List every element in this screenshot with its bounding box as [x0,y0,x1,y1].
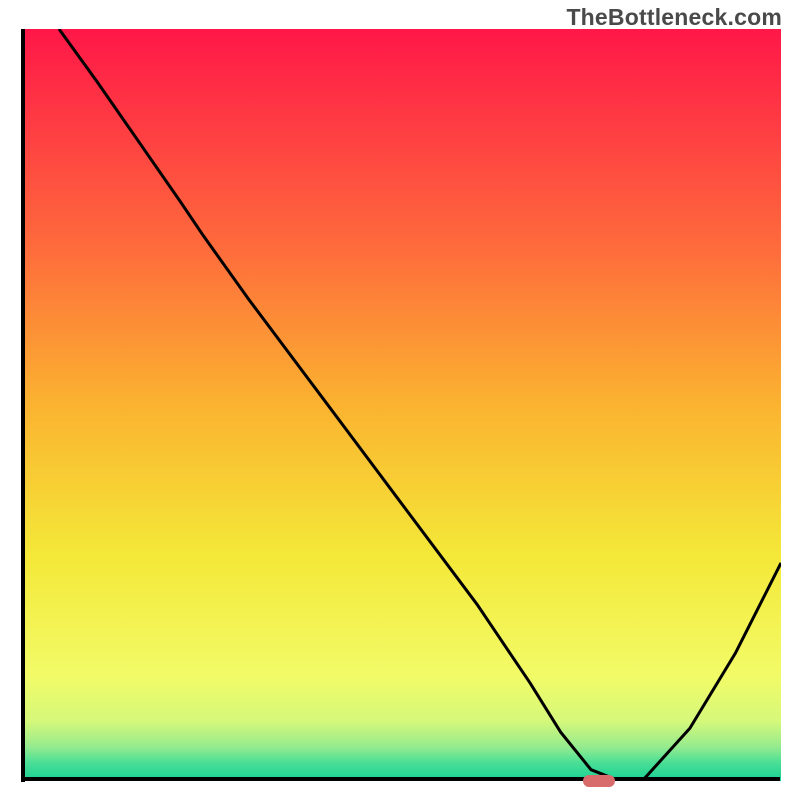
chart-background [21,29,781,781]
x-axis [21,777,780,781]
optimal-point-marker [583,775,615,787]
chart-svg [21,29,781,781]
y-axis [21,29,25,782]
plot-area [21,29,781,781]
chart-stage: TheBottleneck.com [0,0,800,800]
watermark-text: TheBottleneck.com [566,4,782,31]
